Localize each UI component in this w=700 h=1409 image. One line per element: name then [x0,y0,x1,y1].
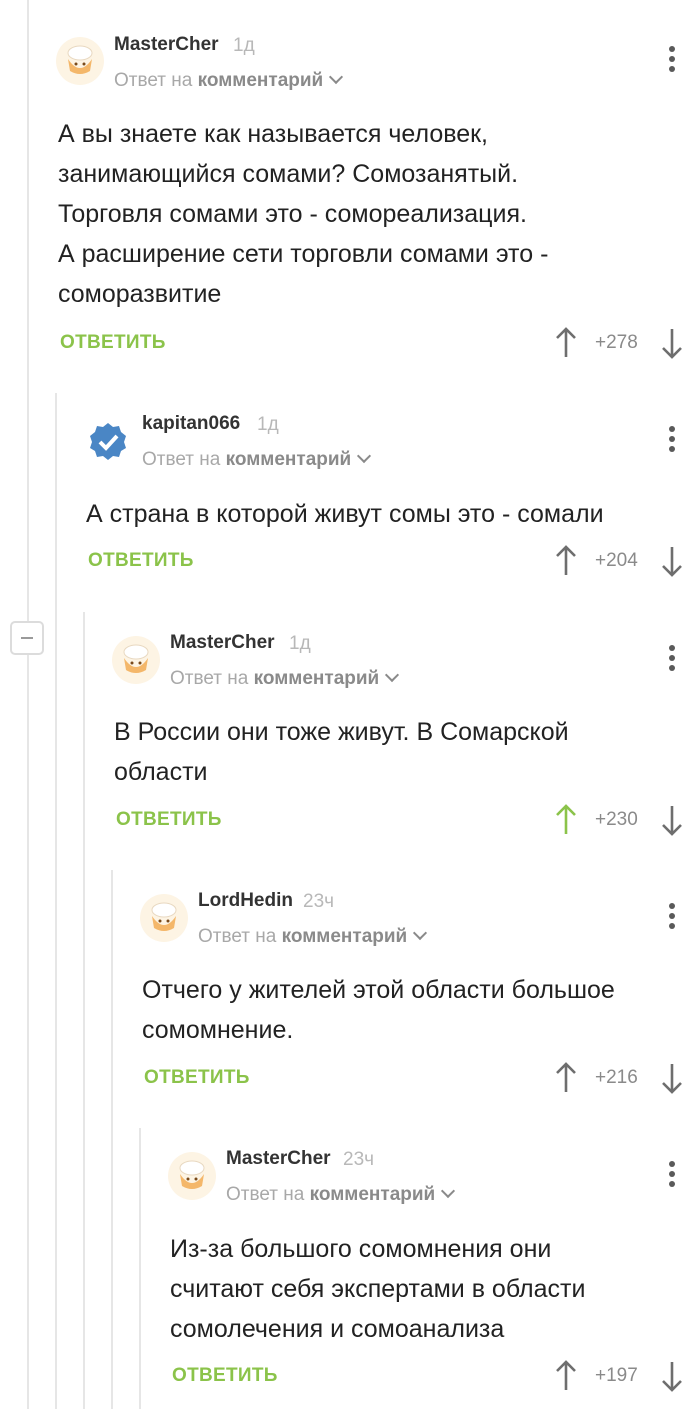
comment-line: области [114,758,208,786]
comment: kapitan066 1д Ответ на комментарий А стр… [68,393,700,612]
thread-line [139,1128,141,1409]
downvote-arrow-icon[interactable] [660,1360,684,1392]
comment: MasterCher 23ч Ответ на комментарий Из-з… [152,1128,700,1409]
reply-target: комментарий [281,926,408,947]
comment-text: Отчего у жителей этой области большое со… [142,970,615,1050]
more-menu-icon[interactable] [668,645,676,675]
comment-author[interactable]: MasterCher [226,1148,331,1170]
comment-text: А страна в которой живут сомы это - сома… [86,494,604,534]
collapse-thread-button[interactable] [10,621,44,655]
reply-prefix: Ответ на [114,70,193,91]
comment-text: Из-за большого сомомнения они считают се… [170,1229,585,1349]
comment-score: +230 [595,809,638,830]
comment-score: +216 [595,1067,638,1088]
chevron-down-icon [385,667,400,683]
comment-text: В России они тоже живут. В Сомарской обл… [114,712,569,792]
comment-author[interactable]: kapitan066 [142,413,240,435]
more-menu-icon[interactable] [668,903,676,933]
reply-button[interactable]: ОТВЕТИТЬ [144,1067,250,1089]
upvote-arrow-icon[interactable] [554,1062,578,1094]
reply-to-link[interactable]: Ответ на комментарий [114,69,344,92]
reply-prefix: Ответ на [198,926,277,947]
chevron-down-icon [357,448,372,464]
comment-time: 1д [233,35,255,56]
upvote-arrow-icon[interactable] [554,545,578,577]
reply-button[interactable]: ОТВЕТИТЬ [60,332,166,354]
more-menu-icon[interactable] [668,1161,676,1191]
downvote-arrow-icon[interactable] [660,1062,684,1094]
comment-line: Из-за большого сомомнения они [170,1235,552,1263]
comment-line: сомомнение. [142,1016,294,1044]
thread-line [111,870,113,1409]
reply-button[interactable]: ОТВЕТИТЬ [172,1365,278,1387]
thread-line [55,393,57,1409]
chevron-down-icon [441,1183,456,1199]
comment-line: занимающийся сомами? Сомозанятый. [58,160,519,188]
chef-hat-avatar-icon[interactable] [112,636,160,684]
comment-time: 23ч [303,891,335,912]
comment: LordHedin 23ч Ответ на комментарий Отчег… [124,870,700,1128]
downvote-arrow-icon[interactable] [660,327,684,359]
downvote-arrow-icon[interactable] [660,804,684,836]
upvote-arrow-icon[interactable] [554,804,578,836]
comment-time: 1д [289,633,311,654]
reply-to-link[interactable]: Ответ на комментарий [198,925,428,948]
comment-time: 1д [257,414,279,435]
reply-prefix: Ответ на [170,668,249,689]
reply-target: комментарий [253,668,380,689]
thread-line [27,0,29,1409]
comment-author[interactable]: MasterCher [170,632,275,654]
upvote-arrow-icon[interactable] [554,327,578,359]
chevron-down-icon [329,69,344,85]
comment-author[interactable]: MasterCher [114,34,219,56]
comment: MasterCher 1д Ответ на комментарий В Рос… [96,612,700,870]
comment-line: сомолечения и сомоанализа [170,1315,505,1343]
comment-score: +197 [595,1365,638,1386]
reply-target: комментарий [225,449,352,470]
reply-target: комментарий [197,70,324,91]
upvote-arrow-icon[interactable] [554,1360,578,1392]
more-menu-icon[interactable] [668,46,676,76]
more-menu-icon[interactable] [668,426,676,456]
comment-score: +278 [595,332,638,353]
comment-line: А вы знаете как называется человек, [58,120,489,148]
comment-line: В России они тоже живут. В Сомарской [114,718,569,746]
comment-line: Отчего у жителей этой области большое [142,976,615,1004]
reply-prefix: Ответ на [226,1184,305,1205]
reply-target: комментарий [309,1184,436,1205]
verified-badge-avatar-icon[interactable] [84,417,132,465]
comment-line: считают себя экспертами в области [170,1275,586,1303]
comment-text: А вы знаете как называется человек, зани… [58,114,548,314]
comment-author[interactable]: LordHedin [198,890,293,912]
reply-button[interactable]: ОТВЕТИТЬ [116,809,222,831]
comment: MasterCher 1д Ответ на комментарий А вы … [40,0,700,393]
reply-to-link[interactable]: Ответ на комментарий [170,667,400,690]
comment-time: 23ч [343,1149,375,1170]
downvote-arrow-icon[interactable] [660,545,684,577]
comment-line: Торговля сомами это - сомореализация. [58,200,527,228]
reply-button[interactable]: ОТВЕТИТЬ [88,550,194,572]
reply-to-link[interactable]: Ответ на комментарий [226,1183,456,1206]
comment-line: А расширение сети торговли сомами это - [58,240,549,268]
comment-line: А страна в которой живут сомы это - сома… [86,500,604,528]
chef-hat-avatar-icon[interactable] [140,894,188,942]
comment-score: +204 [595,550,638,571]
thread-line [83,612,85,1409]
chef-hat-avatar-icon[interactable] [56,37,104,85]
comment-line: соморазвитие [58,280,222,308]
chef-hat-avatar-icon[interactable] [168,1152,216,1200]
reply-to-link[interactable]: Ответ на комментарий [142,448,372,471]
reply-prefix: Ответ на [142,449,221,470]
chevron-down-icon [413,925,428,941]
